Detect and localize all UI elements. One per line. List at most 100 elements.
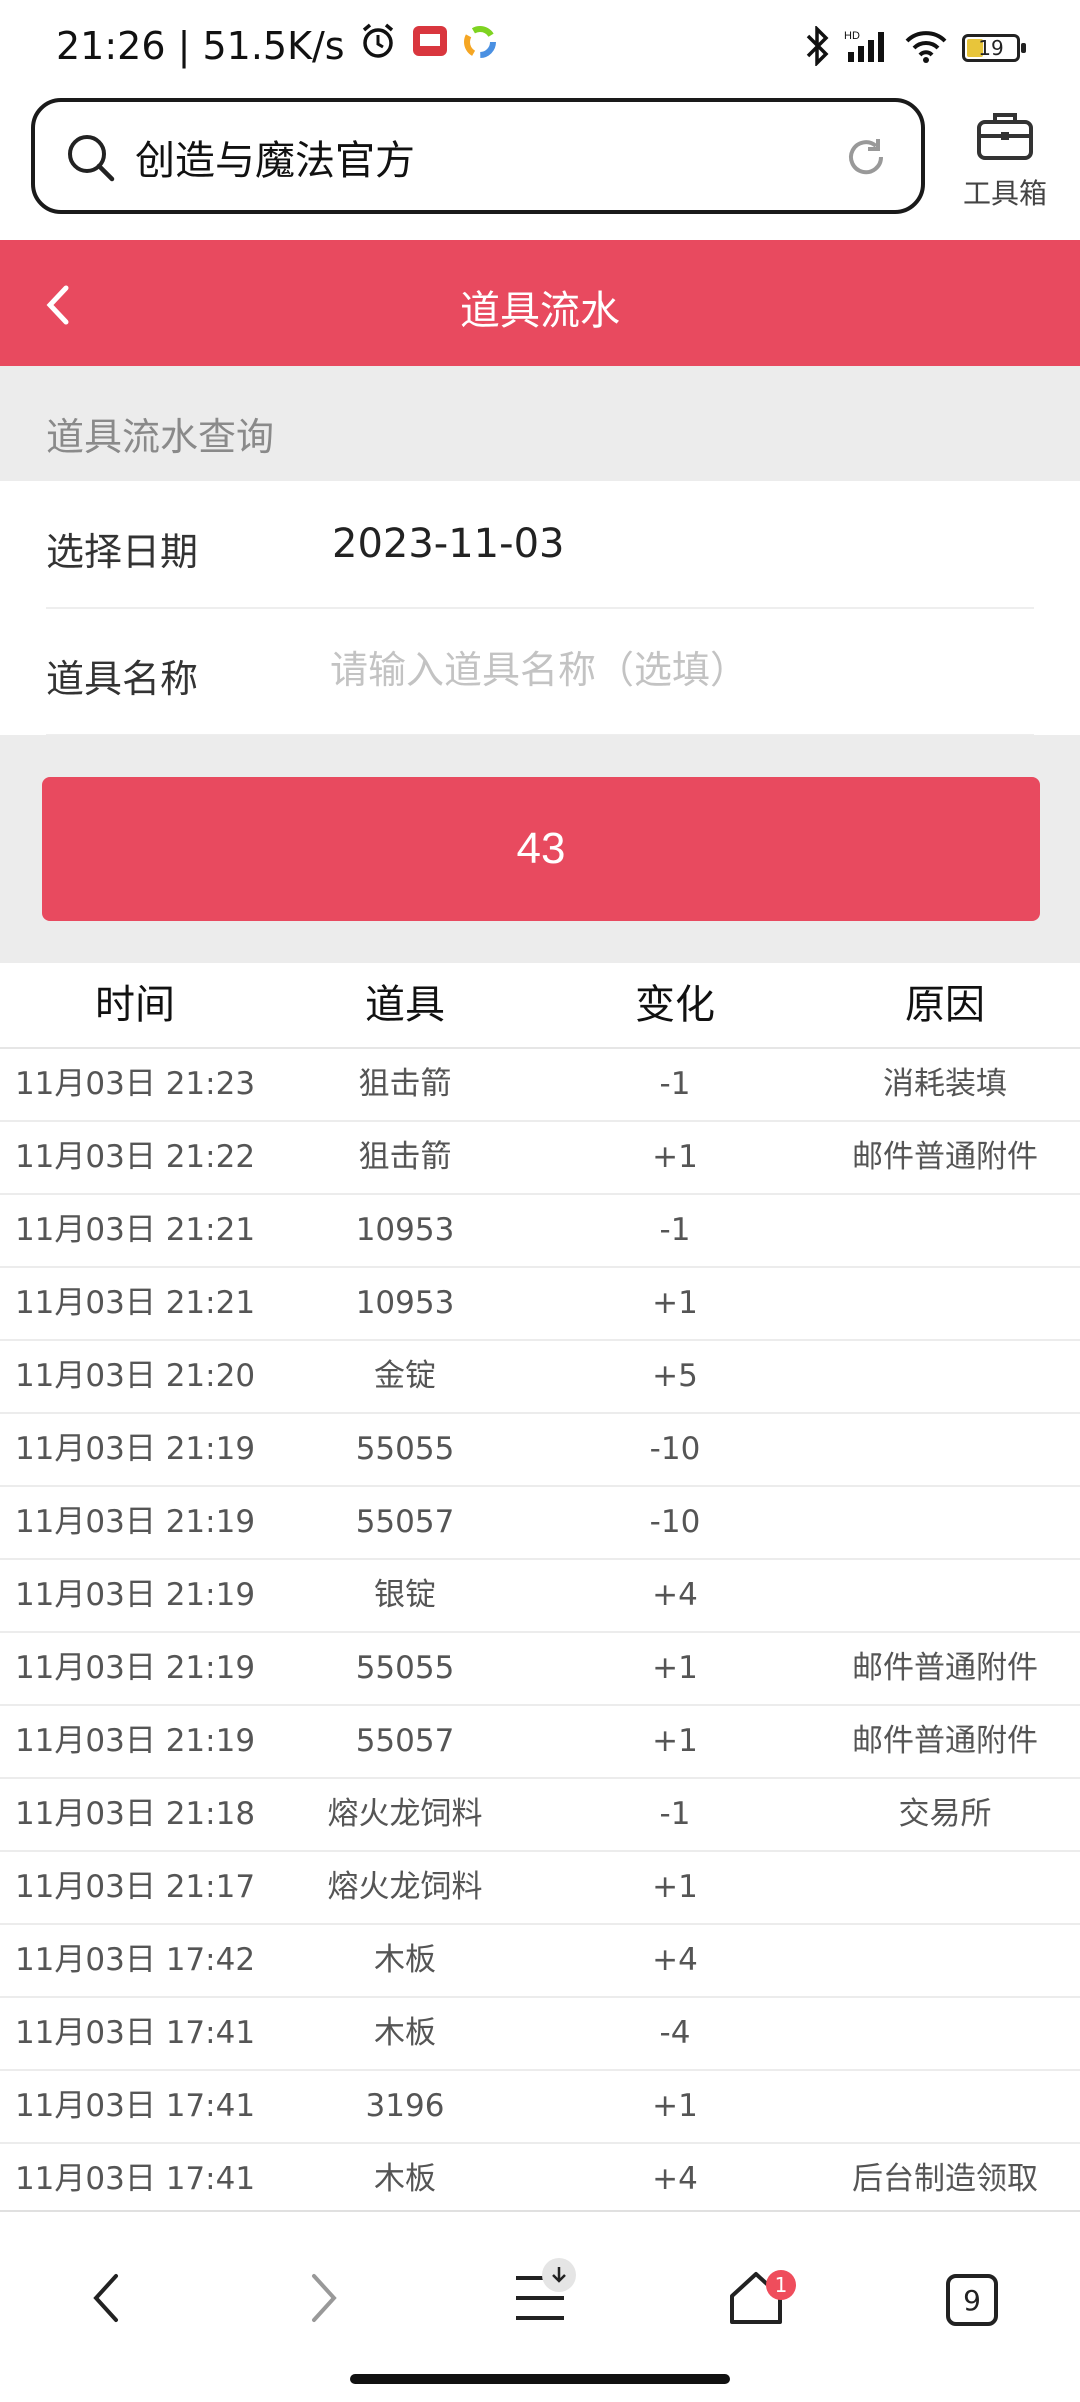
table-row: 11月03日 21:21 10953 +1 xyxy=(0,1268,1080,1341)
table-row: 11月03日 21:19 银锭 +4 xyxy=(0,1560,1080,1633)
table-row: 11月03日 21:19 55055 -10 xyxy=(0,1414,1080,1487)
row-time: 11月03日 21:19 xyxy=(14,1577,256,1613)
row-time: 11月03日 17:41 xyxy=(14,2088,256,2124)
row-reason xyxy=(810,1560,1080,1631)
status-bar: 21:26 | 51.5K/s HD 19 xyxy=(0,0,1080,95)
item-flow-table: 时间 道具 变化 原因 11月03日 21:23 狙击箭 -1 消耗装填 11月03日 … xyxy=(0,963,1080,2217)
table-row: 11月03日 21:19 55057 -10 xyxy=(0,1487,1080,1560)
item-name-label: 道具名称 xyxy=(46,657,199,701)
search-bar[interactable]: 创造与魔法官方 xyxy=(31,98,925,214)
row-reason xyxy=(810,1268,1080,1339)
row-reason xyxy=(810,1487,1080,1558)
row-item: 金锭 xyxy=(374,1358,436,1394)
row-reason xyxy=(810,2071,1080,2142)
table-row: 11月03日 17:42 木板 +4 xyxy=(0,1925,1080,1998)
table-row: 11月03日 21:20 金锭 +5 xyxy=(0,1341,1080,1414)
header-reason: 原因 xyxy=(905,982,985,1028)
row-change: +1 xyxy=(652,1869,698,1905)
row-change: +1 xyxy=(652,2088,698,2124)
row-change: -10 xyxy=(649,1431,701,1467)
row-change: +4 xyxy=(652,2161,698,2197)
row-item: 狙击箭 xyxy=(358,1139,452,1175)
chevron-right-icon xyxy=(304,2268,344,2332)
row-reason: 邮件普通附件 xyxy=(852,1139,1038,1175)
page-header: 道具流水 xyxy=(0,240,1080,366)
row-item: 木板 xyxy=(374,2015,436,2051)
refresh-icon[interactable] xyxy=(843,134,889,184)
nav-forward-button[interactable] xyxy=(274,2250,374,2350)
header-time: 时间 xyxy=(95,982,175,1028)
row-time: 11月03日 21:17 xyxy=(14,1869,256,1905)
status-time-speed: 21:26 | 51.5K/s xyxy=(56,23,345,68)
chevron-left-icon xyxy=(86,2268,126,2332)
row-reason xyxy=(810,1414,1080,1485)
row-change: +5 xyxy=(652,1358,698,1394)
row-change: +1 xyxy=(652,1285,698,1321)
svg-text:HD: HD xyxy=(844,30,860,42)
nav-tabs-button[interactable]: 9 xyxy=(922,2250,1022,2350)
row-reason xyxy=(810,1998,1080,2069)
row-time: 11月03日 21:22 xyxy=(14,1139,256,1175)
nav-back-button[interactable] xyxy=(56,2250,156,2350)
tabs-icon: 9 xyxy=(945,2273,999,2327)
query-section-header: 道具流水查询 xyxy=(0,366,1080,481)
row-time: 11月03日 21:21 xyxy=(14,1212,256,1248)
row-time: 11月03日 21:19 xyxy=(14,1431,256,1467)
item-name-input[interactable] xyxy=(328,638,1022,702)
table-row: 11月03日 17:41 木板 +4 后台制造领取 xyxy=(0,2144,1080,2217)
status-left: 21:26 | 51.5K/s xyxy=(56,22,497,69)
app-notification-icon xyxy=(411,22,449,69)
date-row[interactable]: 选择日期 2023-11-03 xyxy=(46,481,1034,609)
table-row: 11月03日 17:41 木板 -4 xyxy=(0,1998,1080,2071)
table-row: 11月03日 21:22 狙击箭 +1 邮件普通附件 xyxy=(0,1122,1080,1195)
toolbox-icon xyxy=(975,113,1035,166)
row-change: +1 xyxy=(652,1723,698,1759)
row-change: -1 xyxy=(659,1066,691,1102)
row-change: +4 xyxy=(652,1577,698,1613)
row-change: +4 xyxy=(652,1942,698,1978)
table-header: 时间 道具 变化 原因 xyxy=(0,963,1080,1049)
row-item: 55055 xyxy=(355,1650,455,1686)
row-time: 11月03日 17:41 xyxy=(14,2161,256,2197)
query-count-button[interactable]: 43 xyxy=(42,777,1040,921)
row-item: 熔火龙饲料 xyxy=(327,1869,483,1905)
header-item: 道具 xyxy=(365,982,445,1028)
row-reason: 消耗装填 xyxy=(883,1066,1007,1102)
nav-menu-button[interactable] xyxy=(490,2250,590,2350)
row-reason: 邮件普通附件 xyxy=(852,1723,1038,1759)
search-query[interactable]: 创造与魔法官方 xyxy=(135,128,415,186)
date-label: 选择日期 xyxy=(46,530,199,574)
search-icon xyxy=(65,132,117,188)
date-value[interactable]: 2023-11-03 xyxy=(332,521,564,567)
row-change: -1 xyxy=(659,1212,691,1248)
row-item: 10953 xyxy=(355,1212,455,1248)
row-reason: 邮件普通附件 xyxy=(852,1650,1038,1686)
color-wheel-icon xyxy=(463,24,497,68)
row-time: 11月03日 21:21 xyxy=(14,1285,256,1321)
row-reason xyxy=(810,1852,1080,1923)
item-name-row: 道具名称 xyxy=(46,608,1034,736)
row-reason: 交易所 xyxy=(898,1796,992,1832)
row-time: 11月03日 17:42 xyxy=(14,1942,256,1978)
table-row: 11月03日 21:23 狙击箭 -1 消耗装填 xyxy=(0,1049,1080,1122)
status-right: HD 19 xyxy=(804,24,1026,70)
table-body: 11月03日 21:23 狙击箭 -1 消耗装填 11月03日 21:22 狙击箭 +1 邮件… xyxy=(0,1049,1080,2217)
table-row: 11月03日 21:17 熔火龙饲料 +1 xyxy=(0,1852,1080,1925)
battery-indicator: 19 xyxy=(962,34,1026,62)
table-row: 11月03日 21:21 10953 -1 xyxy=(0,1195,1080,1268)
row-time: 11月03日 17:41 xyxy=(14,2015,256,2051)
signal-icon: HD xyxy=(844,28,890,68)
row-reason xyxy=(810,1925,1080,1996)
toolbox-button[interactable]: 工具箱 xyxy=(950,108,1060,212)
row-item: 10953 xyxy=(355,1285,455,1321)
row-reason: 后台制造领取 xyxy=(852,2161,1038,2197)
row-item: 55055 xyxy=(355,1431,455,1467)
nav-home-button[interactable]: 1 xyxy=(706,2250,806,2350)
row-time: 11月03日 21:19 xyxy=(14,1650,256,1686)
home-indicator xyxy=(350,2374,730,2384)
home-badge: 1 xyxy=(766,2270,796,2300)
row-time: 11月03日 21:19 xyxy=(14,1723,256,1759)
bluetooth-icon xyxy=(804,24,830,70)
row-change: -4 xyxy=(659,2015,691,2051)
row-change: +1 xyxy=(652,1650,698,1686)
